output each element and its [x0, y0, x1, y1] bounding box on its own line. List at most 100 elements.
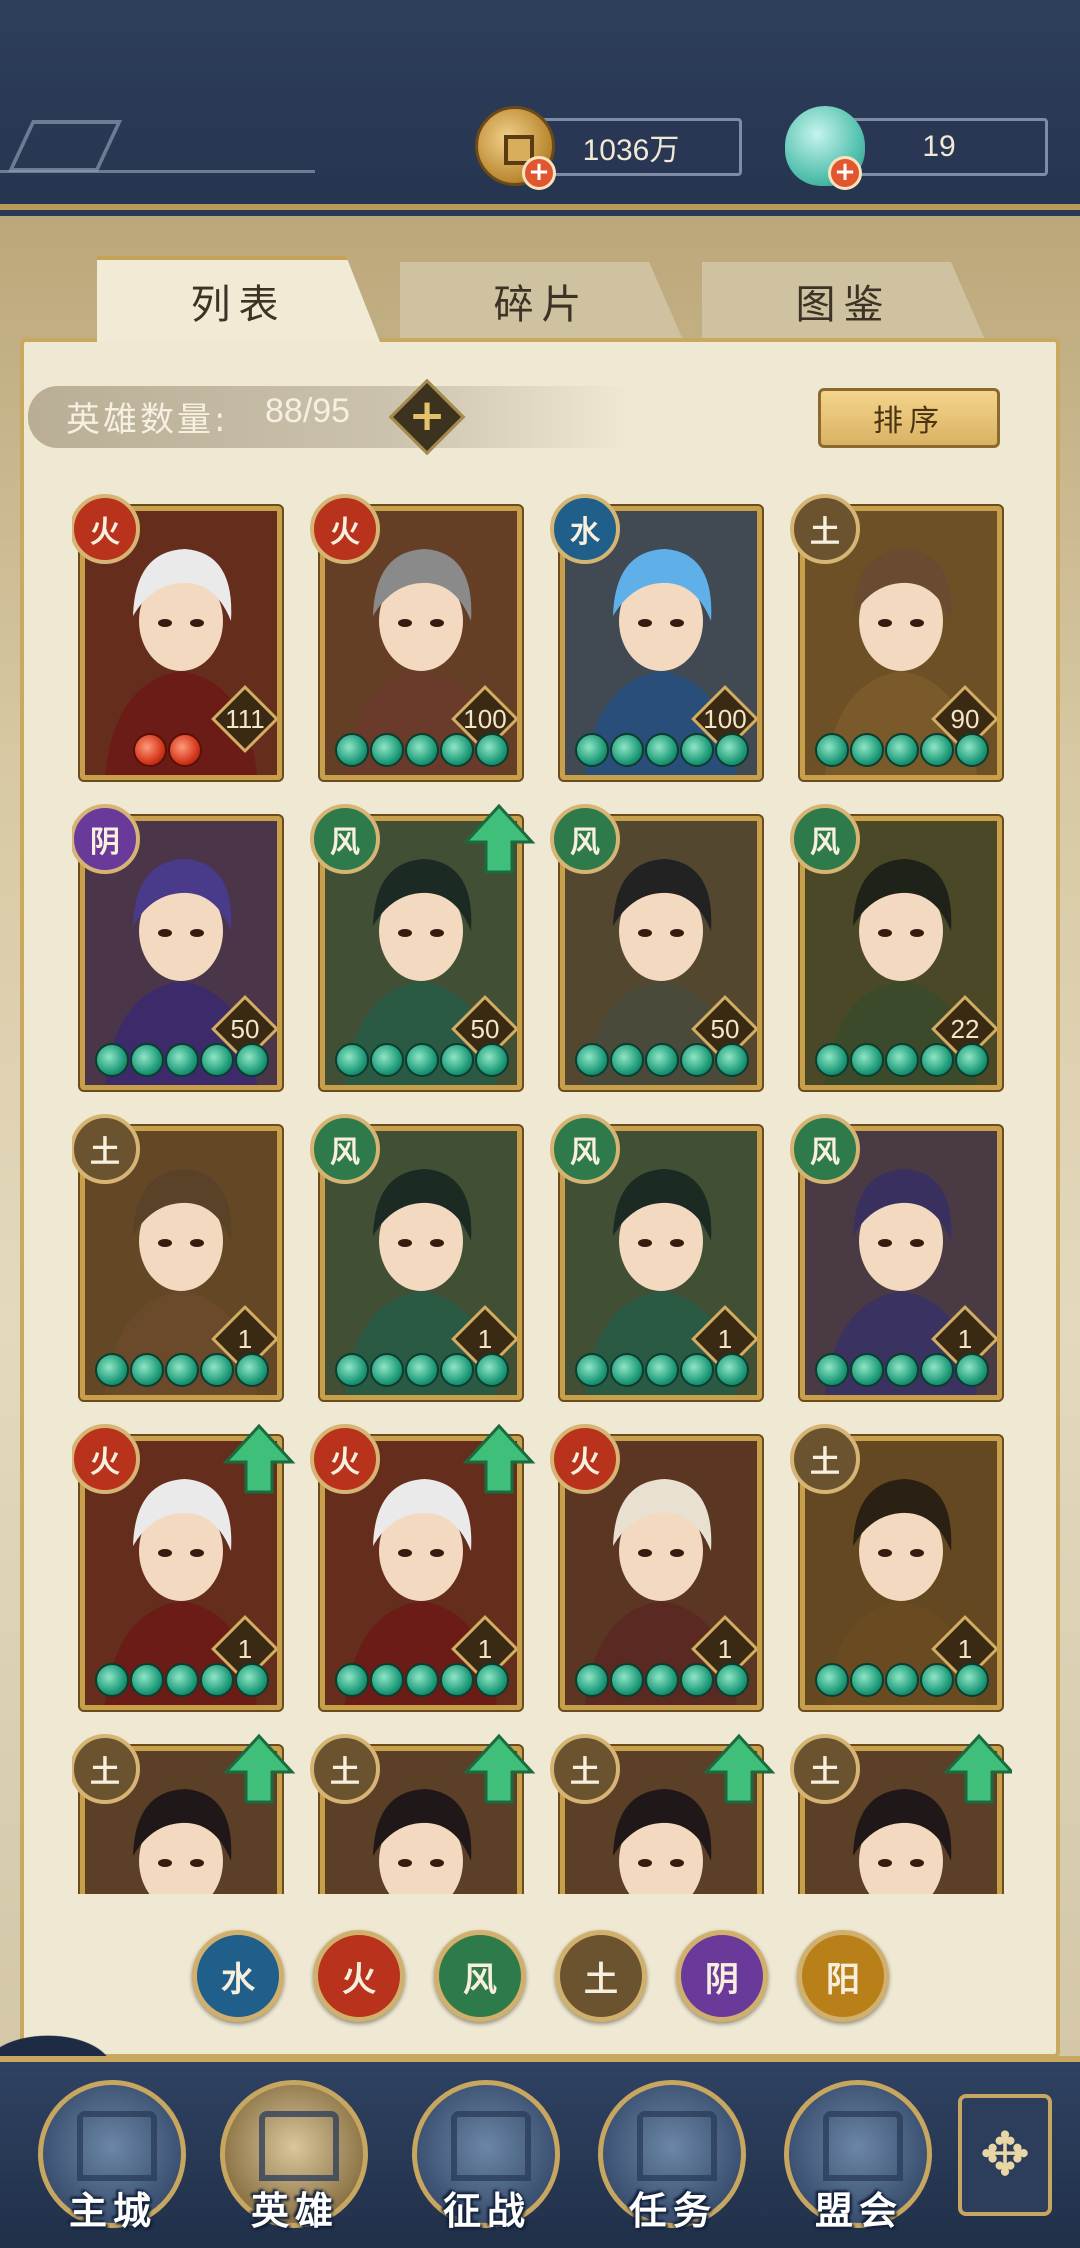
jade-star-icon: [168, 733, 202, 767]
element-badge-icon: 土: [790, 1424, 860, 1494]
nav-label: 征战: [442, 2189, 531, 2233]
star-rating: [133, 733, 202, 767]
jade-star-icon: [885, 1043, 919, 1077]
jade-star-icon: [680, 1353, 714, 1387]
upgrade-arrow-icon: [462, 1733, 536, 1804]
nav-glyph: [259, 2111, 339, 2181]
element-filter-button[interactable]: 土: [555, 1930, 647, 2022]
jade-star-icon: [370, 1353, 404, 1387]
star-rating: [815, 733, 989, 767]
nav-item[interactable]: 盟会: [784, 2080, 934, 2240]
jade-star-icon: [645, 1353, 679, 1387]
jade-star-icon: [815, 1353, 849, 1387]
star-rating: [815, 1353, 989, 1387]
divider: [0, 170, 315, 173]
element-badge-icon: 土: [72, 1734, 140, 1804]
upgrade-arrow-icon: [222, 1423, 296, 1494]
jade-star-icon: [815, 1663, 849, 1697]
jade-star-icon: [440, 1043, 474, 1077]
jade-star-icon: [95, 1043, 129, 1077]
jade-star-icon: [850, 1043, 884, 1077]
element-badge-icon: 土: [550, 1734, 620, 1804]
jade-star-icon: [370, 733, 404, 767]
upgrade-arrow-icon: [462, 803, 536, 874]
jade-star-icon: [440, 1663, 474, 1697]
jade-star-icon: [815, 733, 849, 767]
jade-star-icon: [235, 1043, 269, 1077]
jade-star-icon: [815, 1043, 849, 1077]
element-badge-icon: 火: [310, 1424, 380, 1494]
element-filter-button[interactable]: 风: [434, 1930, 526, 2022]
jade-star-icon: [235, 1353, 269, 1387]
element-badge-icon: 火: [310, 494, 380, 564]
jade-star-icon: [133, 733, 167, 767]
jade-star-icon: [165, 1043, 199, 1077]
jade-star-icon: [920, 1043, 954, 1077]
nav-item[interactable]: 征战: [412, 2080, 562, 2240]
star-rating: [335, 1663, 509, 1697]
jade-star-icon: [335, 1043, 369, 1077]
element-filter-button[interactable]: 火: [313, 1930, 405, 2022]
star-rating: [575, 1663, 749, 1697]
tab-collection[interactable]: 图鉴: [702, 262, 985, 340]
jade-star-icon: [370, 1663, 404, 1697]
jade-star-icon: [680, 1663, 714, 1697]
sort-button[interactable]: 排序: [818, 388, 1000, 448]
jade-star-icon: [610, 1353, 644, 1387]
jade-star-icon: [680, 1043, 714, 1077]
jade-star-icon: [850, 1663, 884, 1697]
jade-star-icon: [200, 1663, 234, 1697]
nav-item[interactable]: 主城: [38, 2080, 188, 2240]
coin-amount: 1036万: [582, 134, 680, 167]
jade-star-icon: [885, 1353, 919, 1387]
jade-star-icon: [440, 1353, 474, 1387]
element-badge-icon: 土: [72, 1114, 140, 1184]
jade-star-icon: [955, 733, 989, 767]
element-badge-icon: 阴: [72, 804, 140, 874]
hero-count-label: 英雄数量:: [66, 400, 229, 440]
nav-glyph: [823, 2111, 903, 2181]
jade-star-icon: [130, 1043, 164, 1077]
jade-star-icon: [715, 1043, 749, 1077]
hero-grid: 111 火 100 火 100 水 90 土 50 阴 50 风 50 风 22 风 1 土 1 风 1 风 1 风 1 火 1 火 1…: [72, 494, 1012, 1894]
add-jade-button[interactable]: +: [828, 156, 862, 190]
nav-item[interactable]: 英雄: [220, 2080, 370, 2240]
jade-star-icon: [130, 1663, 164, 1697]
nav-label: 任务: [628, 2189, 717, 2233]
nav-glyph: [637, 2111, 717, 2181]
nav-label: 主城: [68, 2189, 157, 2233]
add-coin-button[interactable]: +: [522, 156, 556, 190]
element-badge-icon: 风: [550, 804, 620, 874]
nav-label: 英雄: [250, 2189, 339, 2233]
star-rating: [575, 1043, 749, 1077]
jade-star-icon: [475, 733, 509, 767]
jade-star-icon: [645, 1043, 679, 1077]
star-rating: [95, 1043, 269, 1077]
element-filter-button[interactable]: 阳: [797, 1930, 889, 2022]
element-filter-button[interactable]: 阴: [676, 1930, 768, 2022]
nav-item[interactable]: 任务: [598, 2080, 748, 2240]
jade-star-icon: [475, 1663, 509, 1697]
jade-star-icon: [335, 1353, 369, 1387]
tab-fragments[interactable]: 碎片: [400, 262, 683, 340]
jade-star-icon: [405, 1663, 439, 1697]
jade-star-icon: [610, 1663, 644, 1697]
lattice-menu-icon[interactable]: ✥: [958, 2094, 1052, 2216]
tab-label: 列表: [190, 282, 287, 328]
tab-list[interactable]: 列表: [97, 256, 380, 342]
nav-label: 盟会: [814, 2189, 903, 2233]
element-badge-icon: 风: [310, 804, 380, 874]
jade-star-icon: [715, 733, 749, 767]
jade-star-icon: [475, 1353, 509, 1387]
element-filter-button[interactable]: 水: [192, 1930, 284, 2022]
star-rating: [815, 1043, 989, 1077]
jade-star-icon: [955, 1353, 989, 1387]
upgrade-arrow-icon: [942, 1733, 1012, 1804]
jade-star-icon: [955, 1663, 989, 1697]
nav-glyph: [451, 2111, 531, 2181]
element-badge-icon: 风: [550, 1114, 620, 1184]
jade-star-icon: [885, 1663, 919, 1697]
jade-star-icon: [920, 1353, 954, 1387]
jade-star-icon: [335, 733, 369, 767]
element-badge-icon: 风: [790, 804, 860, 874]
